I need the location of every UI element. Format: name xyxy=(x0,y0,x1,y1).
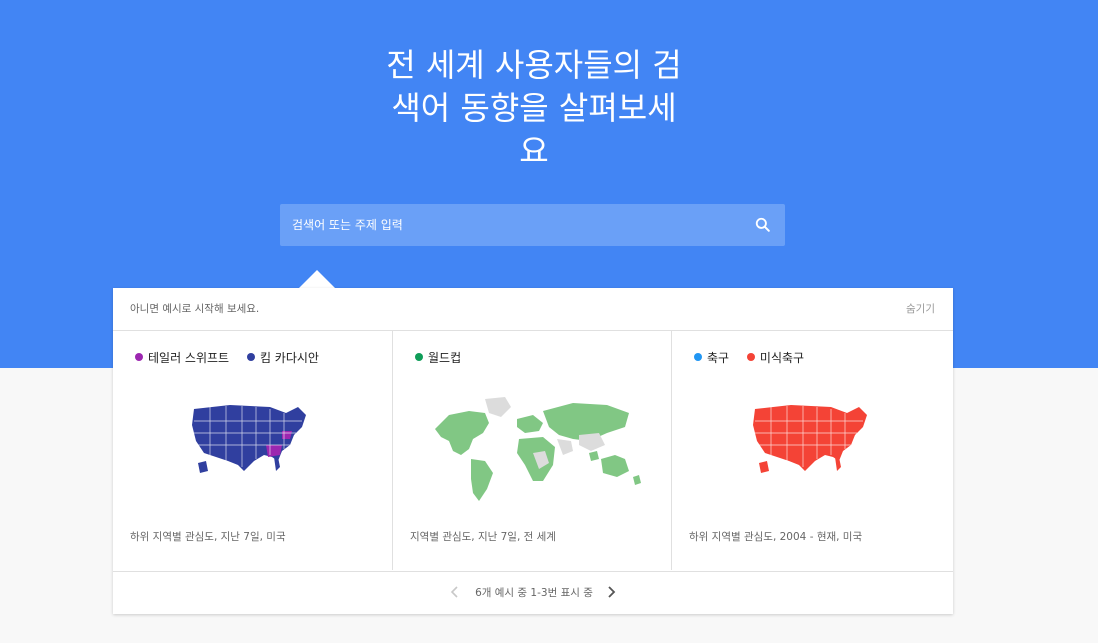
example-caption: 하위 지역별 관심도, 지난 7일, 미국 xyxy=(130,531,286,543)
term-2[interactable]: 킴 카다시안 xyxy=(246,351,319,365)
term-1[interactable]: 축구 xyxy=(694,351,729,365)
example-caption: 하위 지역별 관심도, 2004 - 현재, 미국 xyxy=(689,531,863,543)
term-1[interactable]: 테일러 스위프트 xyxy=(135,351,229,365)
term-label: 킴 카다시안 xyxy=(259,351,319,365)
us-map-blue xyxy=(192,405,306,473)
examples-pager-bar: 6개 예시 중 1-3번 표시 중 xyxy=(113,571,953,615)
example-caption: 지역별 관심도, 지난 7일, 전 세계 xyxy=(410,531,556,543)
hide-button[interactable]: 숨기기 xyxy=(906,301,935,316)
examples-card: 아니면 예시로 시작해 보세요. 숨기기 테일러 스위프트 킴 카다시안 하위 … xyxy=(113,288,953,614)
term-dot xyxy=(415,353,423,361)
example-card-1[interactable]: 테일러 스위프트 킴 카다시안 하위 지역별 관심도, 지난 7일, 미국 xyxy=(113,331,392,570)
headline-line-1: 전 세계 사용자들의 검 xyxy=(386,46,682,84)
term-label: 테일러 스위프트 xyxy=(148,351,230,365)
term-dot xyxy=(135,353,143,361)
chevron-left-icon[interactable] xyxy=(450,585,460,599)
term-label: 축구 xyxy=(707,351,730,365)
term-label: 월드컵 xyxy=(428,351,462,365)
term-dot xyxy=(694,353,702,361)
card-pointer xyxy=(299,270,335,288)
us-map-red xyxy=(753,405,867,473)
headline-line-3: 요 xyxy=(519,132,549,170)
term-2[interactable]: 미식축구 xyxy=(746,351,805,365)
world-map-green xyxy=(435,397,641,501)
example-terms: 축구 미식축구 xyxy=(694,349,818,367)
examples-intro: 아니면 예시로 시작해 보세요. xyxy=(130,303,260,315)
term-1[interactable]: 월드컵 xyxy=(415,351,461,365)
pager-label: 6개 예시 중 1-3번 표시 중 xyxy=(475,587,593,599)
headline-line-2: 색어 동향을 살펴보세 xyxy=(391,89,677,127)
chevron-right-icon[interactable] xyxy=(606,585,616,599)
term-dot xyxy=(246,353,255,361)
example-card-3[interactable]: 축구 미식축구 하위 지역별 관심도, 2004 - 현재, 미국 xyxy=(671,331,951,570)
page-headline: 전 세계 사용자들의 검 색어 동향을 살펴보세 요 xyxy=(364,44,704,173)
example-card-2[interactable]: 월드컵 지역별 관심도, 지난 7일, 전 세계 xyxy=(392,331,672,570)
examples-pager: 6개 예시 중 1-3번 표시 중 xyxy=(113,585,953,600)
term-label: 미식축구 xyxy=(759,351,805,365)
example-terms: 테일러 스위프트 킴 카다시안 xyxy=(135,349,333,367)
examples-header: 아니면 예시로 시작해 보세요. 숨기기 xyxy=(113,288,953,331)
term-dot xyxy=(746,353,755,361)
example-terms: 월드컵 xyxy=(415,349,475,367)
search-box xyxy=(280,204,785,246)
search-icon[interactable] xyxy=(753,215,773,235)
search-input[interactable] xyxy=(280,204,732,246)
